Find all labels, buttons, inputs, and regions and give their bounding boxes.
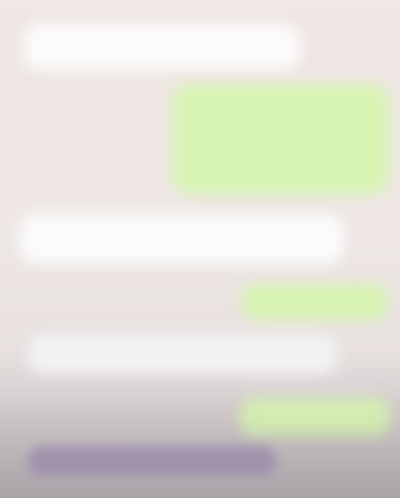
outgoing-message-bubble <box>172 84 390 194</box>
incoming-message-bubble <box>20 214 344 264</box>
chat-surface <box>0 0 400 498</box>
incoming-message-bubble <box>24 24 300 70</box>
incoming-message-bubble <box>28 334 338 374</box>
bottom-fade <box>0 388 400 498</box>
outgoing-message-bubble <box>242 284 388 320</box>
